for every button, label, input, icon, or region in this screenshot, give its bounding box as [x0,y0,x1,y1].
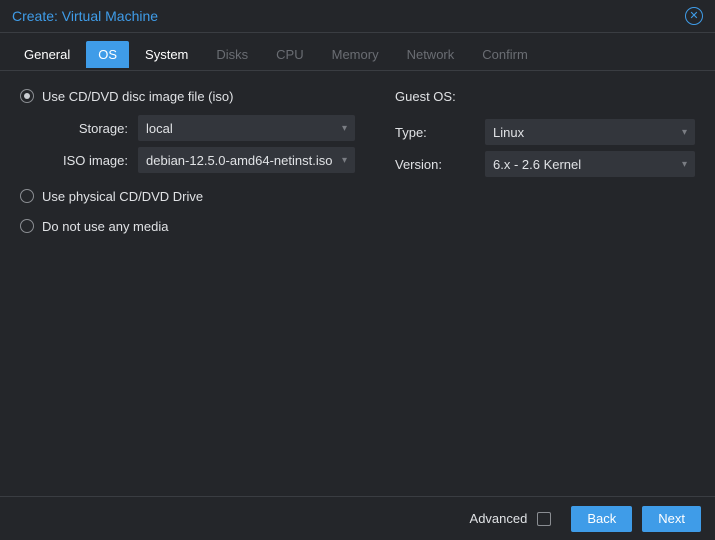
iso-label: ISO image: [28,153,138,168]
type-value: Linux [493,125,524,140]
tab-memory: Memory [320,41,391,68]
close-button[interactable]: ✕ [685,7,703,25]
radio-use-none-label: Do not use any media [42,219,168,234]
type-select[interactable]: Linux ▾ [485,119,695,145]
advanced-label: Advanced [470,511,528,526]
titlebar: Create: Virtual Machine ✕ [0,0,715,33]
iso-field-row: ISO image: debian-12.5.0-amd64-netinst.i… [28,145,355,175]
radio-use-physical-label: Use physical CD/DVD Drive [42,189,203,204]
next-button[interactable]: Next [642,506,701,532]
type-label: Type: [395,125,485,140]
radio-use-physical[interactable]: Use physical CD/DVD Drive [20,183,355,209]
window-title: Create: Virtual Machine [12,8,158,24]
chevron-down-icon: ▾ [682,159,687,170]
radio-icon [20,89,34,103]
radio-icon [20,219,34,233]
tab-confirm: Confirm [470,41,540,68]
chevron-down-icon: ▾ [342,155,347,166]
back-button[interactable]: Back [571,506,632,532]
close-icon: ✕ [689,11,698,22]
storage-field-row: Storage: local ▾ [28,113,355,143]
tab-os[interactable]: OS [86,41,129,68]
tab-system[interactable]: System [133,41,200,68]
tab-cpu: CPU [264,41,315,68]
wizard-footer: Advanced Back Next [0,496,715,540]
guest-os-header: Guest OS: [395,83,695,109]
storage-value: local [146,121,173,136]
wizard-content: Use CD/DVD disc image file (iso) Storage… [0,71,715,496]
radio-icon [20,189,34,203]
version-label: Version: [395,157,485,172]
chevron-down-icon: ▾ [682,127,687,138]
version-select[interactable]: 6.x - 2.6 Kernel ▾ [485,151,695,177]
iso-select[interactable]: debian-12.5.0-amd64-netinst.iso ▾ [138,147,355,173]
iso-subfields: Storage: local ▾ ISO image: debian-12.5.… [28,113,355,175]
chevron-down-icon: ▾ [342,123,347,134]
radio-use-iso[interactable]: Use CD/DVD disc image file (iso) [20,83,355,109]
storage-select[interactable]: local ▾ [138,115,355,141]
version-value: 6.x - 2.6 Kernel [493,157,581,172]
tab-general[interactable]: General [12,41,82,68]
radio-use-none[interactable]: Do not use any media [20,213,355,239]
tab-network: Network [395,41,467,68]
advanced-checkbox[interactable] [537,512,551,526]
tab-disks: Disks [204,41,260,68]
media-column: Use CD/DVD disc image file (iso) Storage… [20,83,355,484]
radio-use-iso-label: Use CD/DVD disc image file (iso) [42,89,233,104]
iso-value: debian-12.5.0-amd64-netinst.iso [146,153,332,168]
guest-os-column: Guest OS: Type: Linux ▾ Version: 6.x - 2… [395,83,695,484]
storage-label: Storage: [28,121,138,136]
wizard-tabs: General OS System Disks CPU Memory Netwo… [0,33,715,71]
version-field-row: Version: 6.x - 2.6 Kernel ▾ [395,149,695,179]
type-field-row: Type: Linux ▾ [395,117,695,147]
create-vm-wizard: Create: Virtual Machine ✕ General OS Sys… [0,0,715,540]
